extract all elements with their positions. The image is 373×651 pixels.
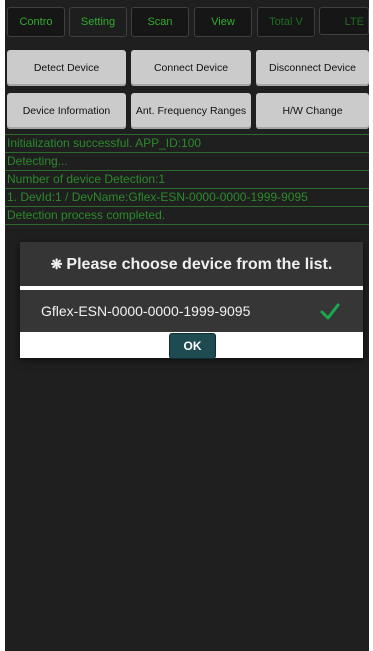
device-list-item[interactable]: Gflex-ESN-0000-0000-1999-9095 [20, 290, 363, 332]
detect-device-button[interactable]: Detect Device [7, 50, 126, 86]
hw-change-button[interactable]: H/W Change [256, 93, 369, 129]
tab-scan[interactable]: Scan [131, 7, 189, 37]
log-line: 1. DevId:1 / DevName:Gflex-ESN-0000-0000… [5, 188, 369, 206]
dialog-title: ❋ Please choose device from the list. [20, 242, 363, 286]
asterisk-icon: ❋ [50, 256, 63, 272]
tab-lte[interactable]: LTE [319, 7, 369, 35]
log-line: Number of device Detection:1 [5, 170, 369, 188]
dialog-title-text: Please choose device from the list. [66, 256, 333, 273]
checkmark-icon [320, 303, 340, 320]
app-screen: Contro Setting Scan View Total V LTE Det… [5, 0, 369, 651]
device-information-button[interactable]: Device Information [7, 93, 126, 129]
ant-frequency-ranges-button[interactable]: Ant. Frequency Ranges [131, 93, 251, 129]
tab-bar: Contro Setting Scan View Total V LTE [5, 7, 369, 37]
device-chooser-dialog: ❋ Please choose device from the list. Gfl… [20, 242, 363, 359]
log-panel: Initialization successful. APP_ID:100 De… [5, 134, 369, 225]
tab-control[interactable]: Contro [7, 7, 65, 37]
tab-setting[interactable]: Setting [69, 7, 127, 37]
log-line: Initialization successful. APP_ID:100 [5, 134, 369, 152]
ok-button[interactable]: OK [169, 333, 216, 359]
log-line: Detecting... [5, 152, 369, 170]
disconnect-device-button[interactable]: Disconnect Device [256, 50, 369, 86]
tab-total[interactable]: Total V [257, 7, 315, 37]
tab-view[interactable]: View [194, 7, 252, 37]
device-list-item-label: Gflex-ESN-0000-0000-1999-9095 [41, 303, 251, 319]
connect-device-button[interactable]: Connect Device [131, 50, 251, 86]
log-line: Detection process completed. [5, 206, 369, 225]
